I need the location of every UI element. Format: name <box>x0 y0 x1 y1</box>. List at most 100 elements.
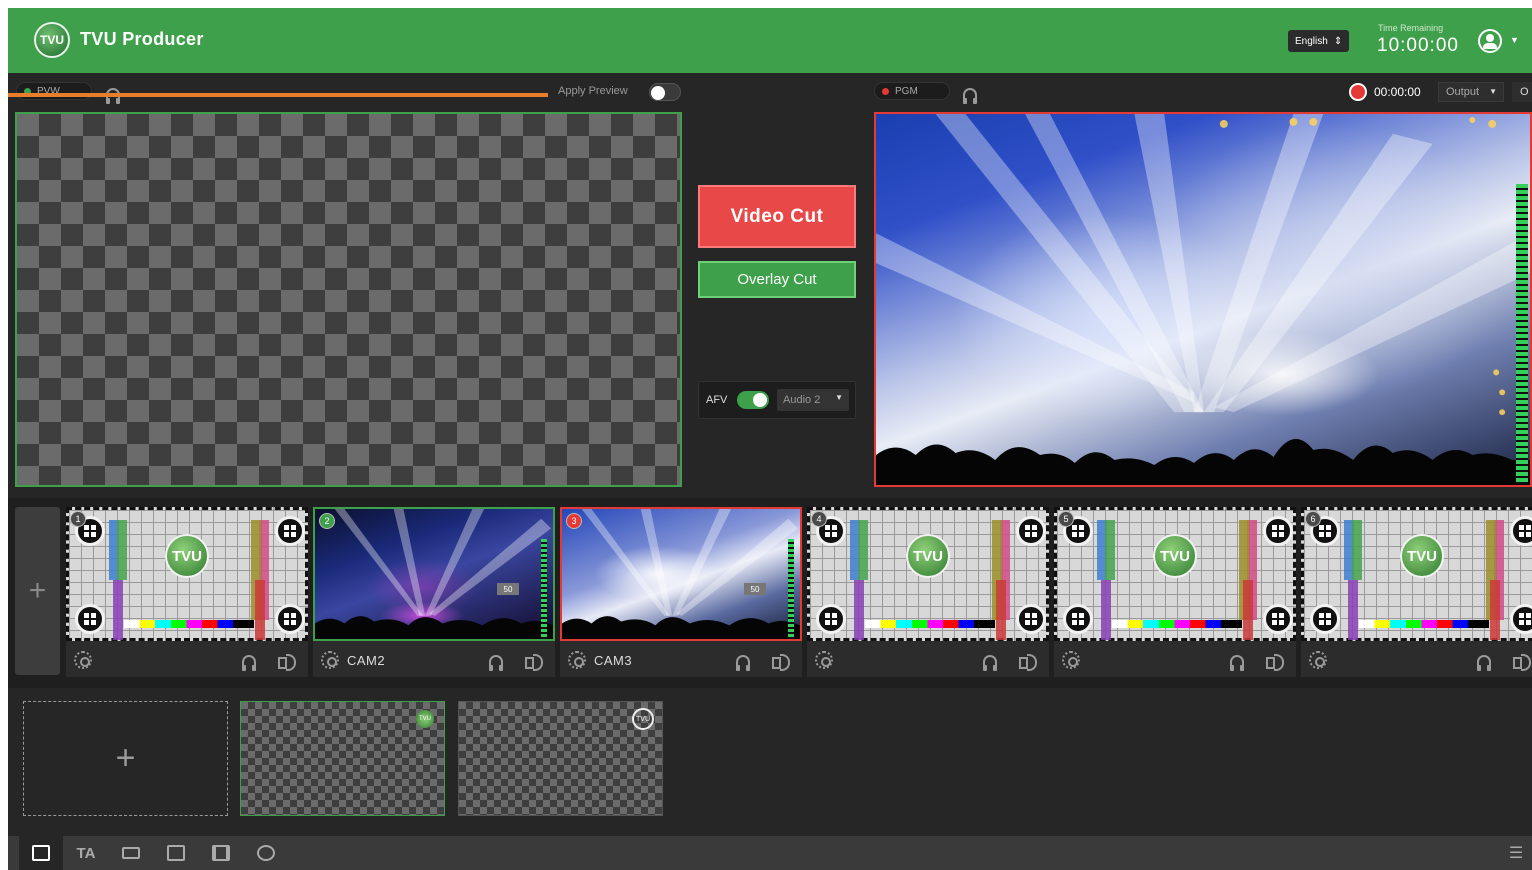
source-name: CAM3 <box>594 653 633 668</box>
updown-caret-icon: ⇕ <box>1333 35 1343 47</box>
source-tile[interactable]: TVU 4 <box>807 507 1049 677</box>
afv-label: AFV <box>706 394 728 406</box>
source-number-badge: 1 <box>70 511 86 527</box>
light-beams-graphic <box>315 509 553 639</box>
sources-strip: + TVU 1 50 2 CAM2 50 3 CAM3 TVU 4 TVU 5 TVU 6 <box>8 498 1532 688</box>
registration-mark-icon <box>275 516 305 546</box>
source-number-badge: 5 <box>1058 511 1074 527</box>
pgm-headphone-icon[interactable] <box>963 88 977 104</box>
source-tile[interactable]: 50 3 CAM3 <box>560 507 802 677</box>
timeline-indicator <box>8 93 548 97</box>
registration-mark-icon <box>75 604 105 634</box>
preview-monitor[interactable] <box>15 112 682 487</box>
apply-preview-toggle[interactable] <box>649 83 681 101</box>
source-tile[interactable]: 50 2 CAM2 <box>313 507 555 677</box>
sliders-icon[interactable]: ☰ <box>1502 836 1530 870</box>
crowd-silhouette <box>876 439 1530 485</box>
source-thumbnail[interactable]: 50 3 <box>560 507 802 641</box>
speaker-icon[interactable] <box>1266 653 1286 671</box>
chevron-down-icon: ▼ <box>835 393 843 402</box>
add-source-button[interactable]: + <box>15 507 60 675</box>
color-bars <box>1112 620 1242 628</box>
chevron-down-icon: ▼ <box>1489 87 1497 96</box>
source-footer <box>807 645 1049 675</box>
headphone-icon[interactable] <box>736 655 750 671</box>
gear-icon[interactable] <box>1062 651 1080 669</box>
video-cut-button[interactable]: Video Cut <box>698 185 856 248</box>
registration-mark-icon <box>1510 604 1532 634</box>
source-quality-badge: 50 <box>497 583 519 595</box>
audio-select[interactable]: Audio 2 ▼ <box>777 389 849 411</box>
source-footer: CAM3 <box>560 645 802 675</box>
tvu-logo: TVU <box>1400 534 1444 578</box>
source-footer <box>1301 645 1532 675</box>
registration-mark-icon <box>1016 604 1046 634</box>
headphone-icon[interactable] <box>242 655 256 671</box>
registration-mark-icon <box>1310 604 1340 634</box>
clock-icon[interactable] <box>244 836 288 870</box>
layers-icon[interactable] <box>109 836 153 870</box>
source-footer: CAM2 <box>313 645 555 675</box>
tvu-logo: TVU <box>906 534 950 578</box>
headphone-icon[interactable] <box>489 655 503 671</box>
source-tile[interactable]: TVU 5 <box>1054 507 1296 677</box>
headphone-icon[interactable] <box>983 655 997 671</box>
language-select[interactable]: English ⇕ <box>1288 30 1350 52</box>
source-tile[interactable]: TVU 6 <box>1301 507 1532 677</box>
speaker-icon[interactable] <box>772 653 792 671</box>
color-bars <box>124 620 254 628</box>
pgm-status-dot <box>882 87 889 95</box>
source-thumbnail[interactable]: TVU 1 <box>66 507 308 641</box>
afv-control: AFV Audio 2 ▼ <box>698 381 856 419</box>
source-number-badge: 2 <box>319 513 335 529</box>
source-quality-badge: 50 <box>744 583 766 595</box>
extra-button[interactable]: O <box>1512 82 1532 102</box>
gear-icon[interactable] <box>815 651 833 669</box>
speaker-icon[interactable] <box>525 653 545 671</box>
source-audio-meter <box>788 539 794 639</box>
overlay-logo-icon: TVU <box>416 710 434 728</box>
app-title: TVU Producer <box>80 29 204 49</box>
registration-mark-icon <box>1510 516 1532 546</box>
test-card-pattern: TVU <box>1054 507 1296 641</box>
image-icon[interactable] <box>19 836 63 870</box>
record-button[interactable] <box>1349 83 1367 101</box>
overlay-cut-button[interactable]: Overlay Cut <box>698 261 856 298</box>
output-select[interactable]: Output ▼ <box>1438 82 1504 102</box>
program-monitor[interactable] <box>874 112 1532 487</box>
source-thumbnail[interactable]: TVU 4 <box>807 507 1049 641</box>
add-overlay-button[interactable]: + <box>23 701 228 816</box>
overlay-logo-icon: TVU <box>632 708 654 730</box>
speaker-icon[interactable] <box>278 653 298 671</box>
user-avatar-icon[interactable] <box>1478 29 1502 53</box>
registration-mark-icon <box>275 604 305 634</box>
user-menu-caret-icon[interactable]: ▼ <box>1510 35 1519 45</box>
speaker-icon[interactable] <box>1019 653 1039 671</box>
record-time: 00:00:00 <box>1374 85 1421 99</box>
afv-toggle[interactable] <box>737 391 769 409</box>
source-footer <box>66 645 308 675</box>
gear-icon[interactable] <box>568 651 586 669</box>
source-tile[interactable]: TVU 1 <box>66 507 308 677</box>
source-thumbnail[interactable]: TVU 6 <box>1301 507 1532 641</box>
source-thumbnail[interactable]: 50 2 <box>313 507 555 641</box>
gear-icon[interactable] <box>321 651 339 669</box>
gear-icon[interactable] <box>1309 651 1327 669</box>
source-number-badge: 6 <box>1305 511 1321 527</box>
split-icon[interactable] <box>154 836 198 870</box>
speaker-icon[interactable] <box>1513 653 1532 671</box>
text-icon[interactable]: TA <box>64 836 108 870</box>
registration-mark-icon <box>1263 604 1293 634</box>
language-value: English <box>1295 35 1328 47</box>
film-icon[interactable] <box>199 836 243 870</box>
source-thumbnail[interactable]: TVU 5 <box>1054 507 1296 641</box>
registration-mark-icon <box>1016 516 1046 546</box>
gear-icon[interactable] <box>74 651 92 669</box>
headphone-icon[interactable] <box>1477 655 1491 671</box>
app-window: TVU TVU Producer English ⇕ Time Remainin… <box>8 8 1532 870</box>
test-card-pattern: TVU <box>1301 507 1532 641</box>
registration-mark-icon <box>1263 516 1293 546</box>
headphone-icon[interactable] <box>1230 655 1244 671</box>
overlay-item-1[interactable]: TVU <box>240 701 445 816</box>
overlay-item-2[interactable]: TVU <box>458 701 663 816</box>
